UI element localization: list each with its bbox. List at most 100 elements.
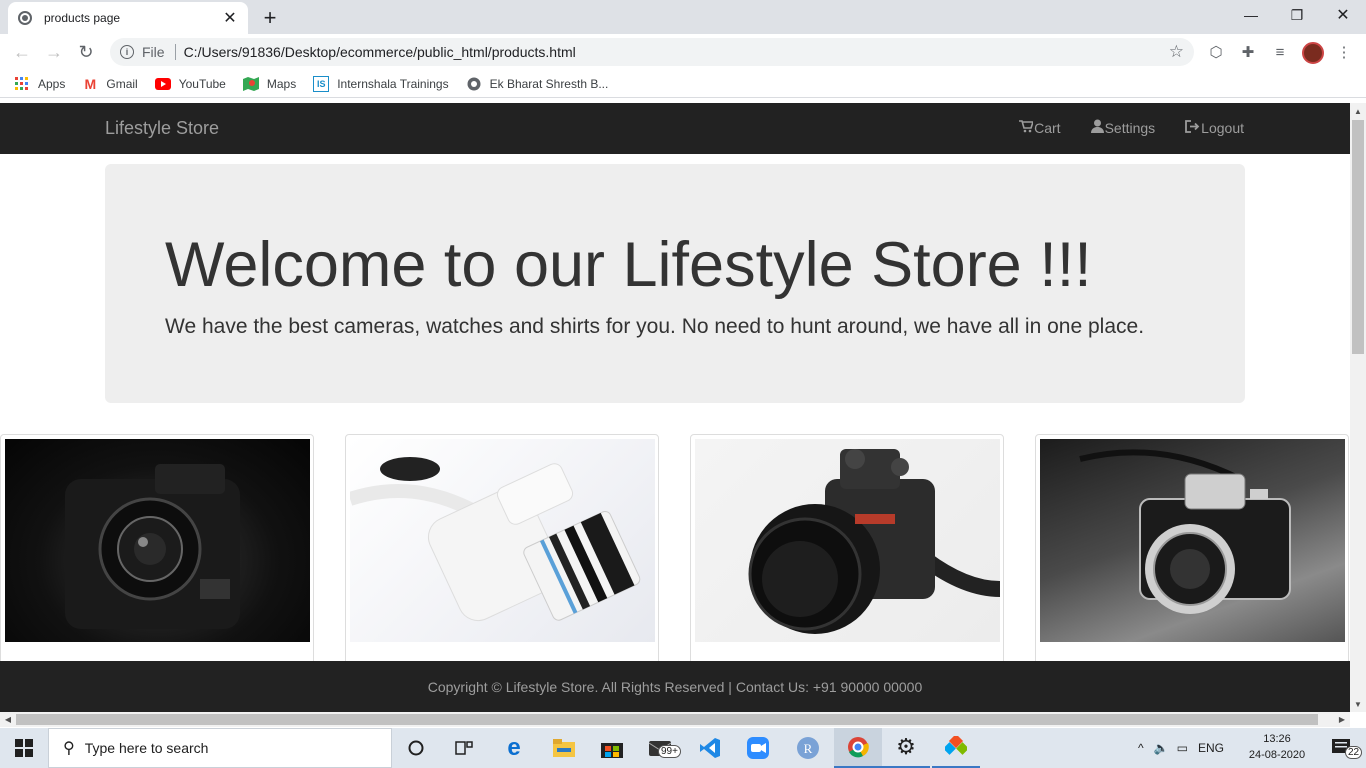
windows-logo-icon	[15, 739, 33, 757]
url-text[interactable]: C:/Users/91836/Desktop/ecommerce/public_…	[184, 44, 1169, 60]
tab-close-button[interactable]: ✕	[222, 8, 238, 28]
nav-cart[interactable]: Cart	[1019, 119, 1061, 136]
bookmark-label: YouTube	[178, 76, 226, 91]
restore-button[interactable]: ❐	[1274, 0, 1320, 30]
scroll-left-arrow-icon[interactable]: ◀	[0, 712, 16, 727]
search-icon: ⚲	[63, 740, 75, 757]
nav-logout[interactable]: Logout	[1185, 119, 1244, 136]
vertical-scroll-thumb[interactable]	[1352, 120, 1364, 354]
bookmark-label: Gmail	[106, 76, 138, 91]
product-card[interactable]	[1035, 434, 1349, 674]
file-explorer-icon[interactable]	[540, 728, 588, 768]
scroll-up-arrow-icon[interactable]: ▲	[1350, 103, 1366, 119]
scroll-right-arrow-icon[interactable]: ▶	[1334, 712, 1350, 727]
bookmark-label: Ek Bharat Shresth B...	[489, 76, 609, 91]
bookmark-apps[interactable]: Apps	[14, 76, 65, 92]
notification-center-icon[interactable]: 22	[1318, 728, 1366, 768]
nav-settings-label: Settings	[1104, 119, 1156, 136]
new-tab-button[interactable]: +	[258, 5, 282, 31]
clock-date: 24-08-2020	[1248, 749, 1306, 761]
back-button[interactable]: ←	[10, 40, 34, 64]
bookmark-label: Maps	[266, 76, 297, 91]
system-tray: ^ 🔈 ▭ ENG	[1138, 728, 1224, 768]
system-clock[interactable]: 13:26 24-08-2020	[1238, 731, 1316, 763]
minimize-button[interactable]: —	[1228, 0, 1274, 30]
store-icon[interactable]	[588, 728, 636, 768]
tab-products-page[interactable]: products page ✕	[8, 2, 248, 34]
product-card[interactable]	[345, 434, 659, 674]
menu-kebab-icon[interactable]: ⋮	[1334, 42, 1354, 62]
vertical-scrollbar[interactable]: ▲ ▼	[1350, 103, 1366, 712]
svg-text:R: R	[804, 741, 813, 756]
paint-3d-icon[interactable]	[932, 728, 980, 768]
bookmark-ek-bharat[interactable]: Ek Bharat Shresth B...	[466, 76, 609, 92]
chrome-icon[interactable]	[834, 728, 882, 768]
windows-start-button[interactable]	[0, 728, 48, 768]
nav-settings[interactable]: Settings	[1090, 119, 1156, 136]
mail-icon[interactable]: 99+	[638, 728, 686, 768]
youtube-icon	[154, 76, 171, 92]
address-bar[interactable]: i File C:/Users/91836/Desktop/ecommerce/…	[110, 38, 1194, 66]
tab-title: products page	[44, 11, 121, 25]
windows-taskbar: ⚲ Type here to search e 99+ R ⚙ ^ 🔈 ▭ EN…	[0, 728, 1366, 768]
bookmark-youtube[interactable]: YouTube	[154, 76, 226, 92]
sony-camera-image	[695, 439, 1000, 642]
taskbar-search-input[interactable]: ⚲ Type here to search	[48, 728, 392, 768]
scroll-down-arrow-icon[interactable]: ▼	[1350, 696, 1366, 712]
reload-button[interactable]: ↻	[74, 40, 98, 64]
bookmark-star-icon[interactable]: ☆	[1169, 42, 1184, 62]
user-icon	[1090, 119, 1104, 136]
horizontal-scrollbar[interactable]: ◀ ▶	[0, 712, 1350, 727]
product-card[interactable]	[690, 434, 1004, 674]
bookmark-label: Internshala Trainings	[337, 76, 449, 91]
jumbotron-text: We have the best cameras, watches and sh…	[165, 315, 1145, 338]
jumbotron: Welcome to our Lifestyle Store !!! We ha…	[105, 164, 1245, 403]
chevron-up-icon[interactable]: ^	[1138, 741, 1144, 755]
volume-icon[interactable]: 🔈	[1154, 741, 1169, 755]
canon-camera-image	[5, 439, 310, 642]
divider	[174, 44, 176, 60]
r-app-icon[interactable]: R	[784, 728, 832, 768]
edge-browser-icon[interactable]: e	[490, 728, 538, 768]
extension-icon[interactable]: ⬡	[1206, 42, 1226, 62]
white-camera-image	[350, 439, 655, 642]
language-indicator[interactable]: ENG	[1198, 741, 1224, 755]
maps-icon	[242, 76, 259, 92]
brand-link[interactable]: Lifestyle Store	[105, 118, 219, 139]
scheme-label: File	[142, 44, 165, 60]
logout-icon	[1185, 119, 1200, 136]
mail-badge: 99+	[658, 745, 681, 758]
puzzle-extensions-icon[interactable]: ✚	[1238, 42, 1258, 62]
page-title: Welcome to our Lifestyle Store !!!	[165, 230, 1092, 300]
task-view-icon[interactable]	[440, 728, 488, 768]
bookmark-label: Apps	[38, 76, 66, 91]
bookmark-maps[interactable]: Maps	[242, 76, 297, 92]
settings-gear-icon[interactable]: ⚙	[882, 728, 930, 768]
bookmark-internshala[interactable]: IS Internshala Trainings	[313, 75, 449, 92]
notification-badge: 22	[1345, 746, 1363, 759]
zoom-icon[interactable]	[734, 728, 782, 768]
gmail-icon: M	[84, 75, 97, 92]
globe-icon	[466, 76, 482, 92]
media-control-icon[interactable]: ≡	[1270, 42, 1290, 62]
bookmarks-bar: Apps M Gmail YouTube Maps IS Internshala…	[0, 70, 1366, 98]
bookmark-gmail[interactable]: M Gmail	[82, 75, 138, 92]
nav-cart-label: Cart	[1034, 119, 1061, 136]
profile-avatar[interactable]	[1302, 42, 1324, 64]
clock-time: 13:26	[1263, 733, 1291, 745]
window-close-button[interactable]: ✕	[1320, 0, 1366, 30]
forward-button[interactable]: →	[42, 40, 66, 64]
site-navbar: Lifestyle Store Cart Settings Logout	[0, 103, 1350, 154]
vscode-icon[interactable]	[686, 728, 734, 768]
globe-icon	[18, 11, 32, 25]
nav-logout-label: Logout	[1201, 119, 1244, 136]
battery-icon[interactable]: ▭	[1177, 741, 1188, 755]
horizontal-scroll-thumb[interactable]	[16, 714, 1318, 725]
cart-icon	[1019, 119, 1035, 136]
search-placeholder: Type here to search	[84, 740, 209, 756]
cortana-icon[interactable]	[392, 728, 440, 768]
info-icon[interactable]: i	[120, 45, 134, 59]
olympus-camera-image	[1040, 439, 1345, 642]
product-card[interactable]	[0, 434, 314, 674]
nav-links: Cart Settings Logout	[989, 119, 1244, 136]
